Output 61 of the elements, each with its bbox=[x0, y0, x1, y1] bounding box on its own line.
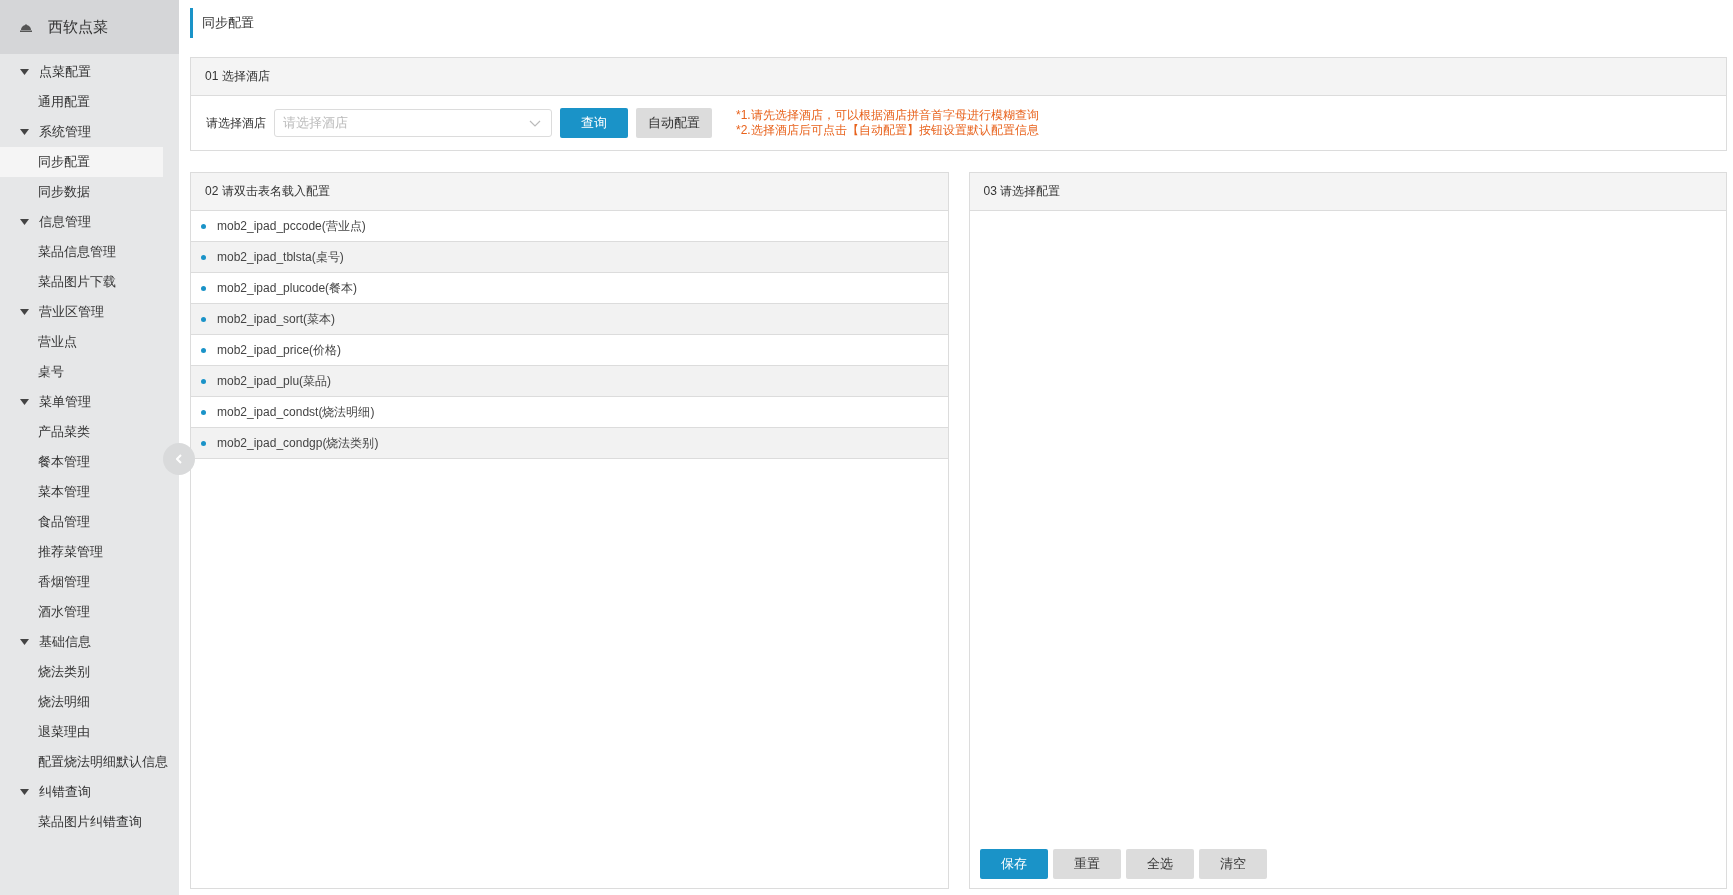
menu-item[interactable]: 通用配置 bbox=[0, 87, 163, 117]
menu-item[interactable]: 营业点 bbox=[0, 327, 163, 357]
menu-group[interactable]: 基础信息 bbox=[0, 627, 179, 657]
menu-item[interactable]: 配置烧法明细默认信息 bbox=[0, 747, 168, 777]
app-title: 西软点菜 bbox=[48, 17, 108, 37]
menu-item[interactable]: 菜品图片纠错查询 bbox=[0, 807, 163, 837]
menu-group[interactable]: 纠错查询 bbox=[0, 777, 179, 807]
menu-group[interactable]: 菜单管理 bbox=[0, 387, 179, 417]
menu-item[interactable]: 同步配置 bbox=[0, 147, 163, 177]
menu-item[interactable]: 酒水管理 bbox=[0, 597, 163, 627]
panel-title: 02 请双击表名载入配置 bbox=[191, 173, 948, 211]
menu-group-label: 基础信息 bbox=[39, 633, 91, 651]
button[interactable]: 重置 bbox=[1052, 849, 1121, 879]
menu-group-label: 系统管理 bbox=[39, 123, 91, 141]
bullet-icon bbox=[201, 316, 206, 322]
button[interactable]: 全选 bbox=[1125, 849, 1194, 879]
menu-group-label: 信息管理 bbox=[39, 213, 91, 231]
menu-group-label: 纠错查询 bbox=[39, 783, 91, 801]
menu-item[interactable]: 同步数据 bbox=[0, 177, 163, 207]
chevron-down-icon bbox=[529, 119, 541, 127]
bullet-icon bbox=[201, 440, 206, 446]
panel-title: 03 请选择配置 bbox=[969, 173, 1726, 211]
table-list-item[interactable]: mob2_ipad_tblsta(桌号) bbox=[191, 242, 948, 273]
bullet-icon bbox=[201, 378, 206, 384]
menu-item[interactable]: 香烟管理 bbox=[0, 567, 163, 597]
table-list-item[interactable]: mob2_ipad_sort(菜本) bbox=[191, 304, 948, 335]
button[interactable]: 清空 bbox=[1198, 849, 1267, 879]
menu-item[interactable]: 烧法明细 bbox=[0, 687, 163, 717]
bullet-icon bbox=[201, 223, 206, 229]
menu-item[interactable]: 菜品图片下载 bbox=[0, 267, 163, 297]
hint-text: *1.请先选择酒店，可以根据酒店拼音首字母进行模糊查询 bbox=[736, 108, 1039, 123]
menu-item[interactable]: 食品管理 bbox=[0, 507, 163, 537]
menu-item[interactable]: 餐本管理 bbox=[0, 447, 163, 477]
service-bell-icon bbox=[20, 22, 32, 32]
chevron-left-icon bbox=[176, 454, 182, 464]
menu-group[interactable]: 系统管理 bbox=[0, 117, 179, 147]
menu-group-label: 菜单管理 bbox=[39, 393, 91, 411]
menu-item[interactable]: 菜本管理 bbox=[0, 477, 163, 507]
bullet-icon bbox=[201, 409, 206, 415]
field-label: 请选择酒店 bbox=[206, 114, 266, 132]
button[interactable]: 自动配置 bbox=[636, 108, 712, 138]
menu-item[interactable]: 产品菜类 bbox=[0, 417, 163, 447]
menu-item[interactable]: 桌号 bbox=[0, 357, 163, 387]
table-list-item[interactable]: mob2_ipad_condgp(烧法类别) bbox=[191, 428, 948, 459]
menu-item[interactable]: 烧法类别 bbox=[0, 657, 163, 687]
bullet-icon bbox=[201, 285, 206, 291]
bullet-icon bbox=[201, 347, 206, 353]
menu-group[interactable]: 点菜配置 bbox=[0, 57, 179, 87]
menu-group[interactable]: 信息管理 bbox=[0, 207, 179, 237]
panel-title: 01 选择酒店 bbox=[191, 58, 1726, 96]
menu-group-label: 营业区管理 bbox=[39, 303, 104, 321]
menu-group[interactable]: 营业区管理 bbox=[0, 297, 179, 327]
menu-item[interactable]: 菜品信息管理 bbox=[0, 237, 163, 267]
hint-text: *2.选择酒店后可点击【自动配置】按钮设置默认配置信息 bbox=[736, 123, 1039, 138]
menu-item[interactable]: 推荐菜管理 bbox=[0, 537, 163, 567]
table-list-item[interactable]: mob2_ipad_plu(菜品) bbox=[191, 366, 948, 397]
bullet-icon bbox=[201, 254, 206, 260]
page-title: 同步配置 bbox=[190, 8, 1727, 38]
collapse-handle[interactable] bbox=[163, 443, 195, 475]
menu-item[interactable]: 退菜理由 bbox=[0, 717, 163, 747]
menu-group-label: 点菜配置 bbox=[39, 63, 91, 81]
